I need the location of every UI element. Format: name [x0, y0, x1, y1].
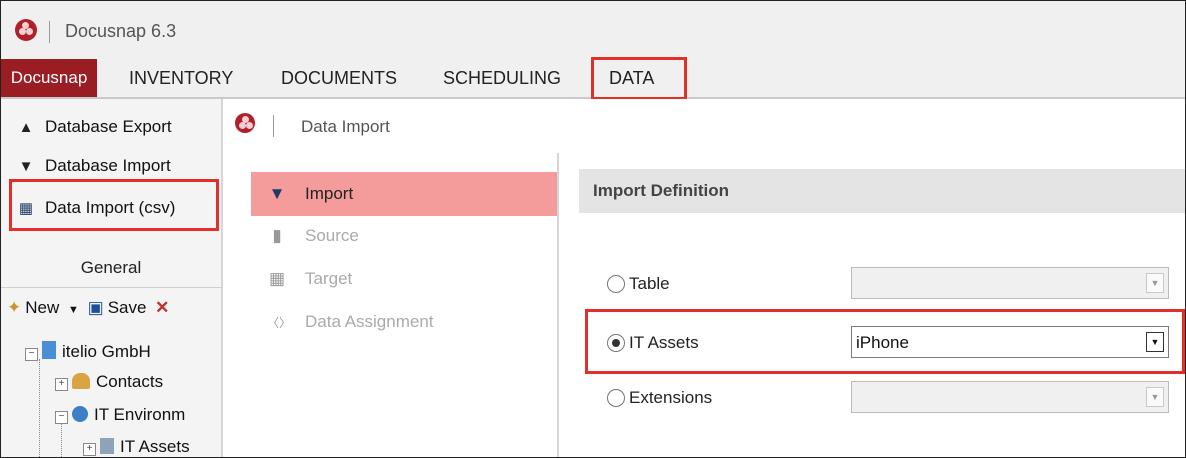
app-title: Docusnap 6.3	[65, 21, 177, 41]
chevron-down-icon: ▼	[1146, 387, 1164, 407]
nav-item-label: Source	[305, 226, 359, 245]
tree-label: IT Assets	[120, 437, 190, 456]
contacts-icon	[72, 373, 90, 389]
expand-icon[interactable]: +	[55, 378, 68, 391]
tree-node-it-assets[interactable]: + IT Assets	[83, 437, 190, 457]
collapse-icon[interactable]: −	[55, 411, 68, 424]
database-export-icon: ▲	[18, 119, 34, 136]
dialog-title: Data Import	[301, 117, 390, 136]
nav-item-target[interactable]: ▦ Target	[251, 257, 557, 301]
nav-item-label: Target	[305, 269, 353, 288]
docusnap-logo-icon	[15, 19, 37, 41]
delete-icon[interactable]: ✕	[155, 298, 169, 317]
tree-label: itelio GmbH	[62, 342, 151, 361]
dialog-logo-icon	[235, 113, 255, 133]
nav-item-data-assignment[interactable]: 〈〉 Data Assignment	[251, 300, 557, 344]
data-import-csv-highlight	[9, 179, 219, 231]
group-divider	[1, 287, 221, 288]
table-select: ▼	[851, 267, 1169, 299]
database-export-button[interactable]: ▲ Database Export	[17, 113, 172, 141]
tree-node-itelio[interactable]: − itelio GmbH	[25, 341, 151, 362]
nav-item-import[interactable]: ▼ Import	[251, 172, 557, 216]
dialog-title-separator	[273, 115, 274, 137]
target-icon: ▦	[268, 269, 286, 288]
group-label-general: General	[80, 258, 142, 277]
section-title: Import Definition	[593, 181, 729, 200]
data-assignment-icon: 〈〉	[267, 316, 292, 330]
source-icon: ▮	[272, 226, 282, 245]
app-window: Docusnap 6.3 Docusnap INVENTORY DOCUMENT…	[0, 0, 1186, 458]
table-radio[interactable]	[607, 275, 625, 293]
collapse-icon[interactable]: −	[25, 348, 38, 361]
database-export-label: Database Export	[45, 117, 172, 136]
extensions-label: Extensions	[629, 388, 713, 407]
tree-label: IT Environm	[94, 405, 186, 424]
company-icon	[42, 341, 56, 359]
chevron-down-icon[interactable]: ▼	[68, 304, 79, 316]
section-header: Import Definition	[579, 169, 1185, 213]
tab-documents[interactable]: DOCUMENTS	[281, 59, 397, 97]
database-import-icon: ▼	[18, 158, 34, 175]
tab-docusnap[interactable]: Docusnap	[1, 59, 97, 97]
it-assets-icon	[100, 438, 114, 454]
data-tab-highlight	[591, 57, 687, 100]
import-icon: ▼	[268, 184, 286, 203]
save-button[interactable]: Save	[108, 298, 147, 317]
globe-icon	[72, 406, 88, 422]
it-assets-highlight	[585, 309, 1185, 374]
title-separator	[49, 21, 50, 43]
nav-item-label: Import	[305, 184, 354, 203]
title-bar: Docusnap 6.3	[1, 1, 1185, 59]
dialog-nav-divider	[557, 153, 559, 457]
tree-toolbar: ✦ New ▼ ▣ Save ✕	[7, 298, 173, 318]
nav-item-source[interactable]: ▮ Source	[251, 214, 557, 258]
tab-inventory[interactable]: INVENTORY	[129, 59, 233, 97]
new-icon[interactable]: ✦	[7, 298, 21, 317]
tree-line	[39, 359, 40, 457]
chevron-down-icon: ▼	[1146, 273, 1164, 293]
nav-item-label: Data Assignment	[305, 312, 434, 331]
table-label: Table	[629, 274, 670, 293]
new-button[interactable]: New	[25, 298, 59, 317]
save-icon[interactable]: ▣	[88, 298, 104, 317]
extensions-select: ▼	[851, 381, 1169, 413]
tree-node-it-environment[interactable]: − IT Environm	[55, 405, 185, 425]
tab-scheduling[interactable]: SCHEDULING	[443, 59, 561, 97]
database-import-label: Database Import	[45, 156, 171, 175]
database-import-button[interactable]: ▼ Database Import	[17, 152, 171, 180]
tree-node-contacts[interactable]: + Contacts	[55, 372, 163, 392]
tree-label: Contacts	[96, 372, 164, 391]
extensions-radio[interactable]	[607, 389, 625, 407]
expand-icon[interactable]: +	[83, 443, 96, 456]
